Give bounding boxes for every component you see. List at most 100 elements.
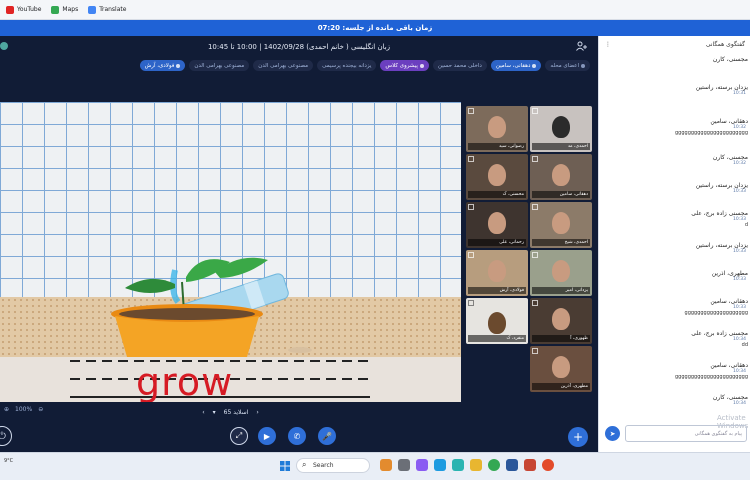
bookmark-youtube[interactable]: YouTube bbox=[6, 5, 41, 14]
chat-message: مجسنی، کارن 10:34 bbox=[608, 394, 748, 406]
video-tile[interactable]: رضوانی، سید bbox=[466, 106, 528, 152]
participant-tabs: اعضای محله دهقانی، سامین داخلی محمد حسین… bbox=[100, 60, 590, 72]
next-slide-icon[interactable]: › bbox=[256, 409, 258, 416]
chat-text: ggggggggggggggggggggggg bbox=[675, 374, 748, 380]
video-tile[interactable]: فولادی، آرش bbox=[466, 250, 528, 296]
bookmark-maps[interactable]: Maps bbox=[51, 5, 78, 14]
teams-icon[interactable] bbox=[416, 459, 428, 471]
weather-widget[interactable]: 9°C bbox=[4, 458, 13, 464]
video-tile[interactable]: محسنی، ک bbox=[466, 154, 528, 200]
expand-icon[interactable] bbox=[532, 252, 538, 258]
chat-author: دهقانی، سامین bbox=[710, 118, 748, 125]
tab-dot-icon bbox=[176, 63, 181, 68]
camera-button[interactable]: ▶ bbox=[258, 427, 276, 445]
chat-menu-icon[interactable]: ⋮ bbox=[605, 41, 611, 48]
participant-name: رحمانی، علی bbox=[468, 239, 526, 246]
tab-dot-icon bbox=[532, 63, 537, 68]
windows-start-icon[interactable] bbox=[280, 461, 290, 471]
tab-label: مصنوعی بهرامی الدن bbox=[194, 62, 245, 69]
weather-text: 9°C bbox=[4, 458, 14, 464]
chat-time: 10:31 bbox=[733, 91, 746, 96]
expand-icon[interactable] bbox=[468, 156, 474, 162]
translate-icon bbox=[88, 5, 97, 14]
video-tile[interactable]: احمدی، مد bbox=[530, 106, 592, 152]
tab-members[interactable]: اعضای محله bbox=[545, 60, 590, 71]
participants-icon[interactable] bbox=[576, 41, 588, 51]
participant-face bbox=[552, 212, 570, 234]
expand-icon[interactable] bbox=[532, 204, 538, 210]
video-tile[interactable]: مطهری، آذرین bbox=[530, 346, 592, 392]
leave-icon[interactable]: ⏻ bbox=[0, 426, 12, 446]
tab-participant[interactable]: مصنوعی بهرامی الدن bbox=[189, 60, 250, 71]
chat-time: 10:32 bbox=[733, 161, 746, 166]
chrome-icon[interactable] bbox=[488, 459, 500, 471]
classroom-title: زبان انگلیسی ( خانم احمدی) 1402/09/28 | … bbox=[207, 43, 391, 51]
zoom-controls: ⊕ 100% ⊖ bbox=[4, 406, 43, 413]
tab-label: اعضای محله bbox=[550, 62, 579, 69]
zoom-in-icon[interactable]: ⊕ bbox=[4, 406, 9, 413]
tab-participant[interactable]: پیشروی کلاس bbox=[380, 60, 429, 71]
add-button[interactable]: + bbox=[568, 427, 588, 447]
session-timer-bar: زمان باقی مانده از جلسه: 07:20 bbox=[0, 20, 750, 36]
app-icon[interactable] bbox=[542, 459, 554, 471]
slide-page-label[interactable]: اسلاید 65 bbox=[224, 409, 249, 416]
microphone-button[interactable]: 🎤 bbox=[318, 427, 336, 445]
task-view-icon[interactable] bbox=[398, 459, 410, 471]
tab-participant[interactable]: فولادی، آرش bbox=[139, 60, 186, 71]
bookmark-translate[interactable]: Translate bbox=[88, 5, 126, 14]
send-icon[interactable]: ➤ bbox=[605, 426, 620, 441]
phone-button[interactable]: ✆ bbox=[288, 427, 306, 445]
chat-text: ggggggggggggggggggggggg bbox=[675, 130, 748, 136]
participant-face bbox=[552, 308, 570, 330]
classroom-main: زبان انگلیسی ( خانم احمدی) 1402/09/28 | … bbox=[0, 36, 598, 452]
participant-name: منفرد، ک bbox=[468, 335, 526, 342]
chat-message: دهقانی، سامین 10:33 gggggggggggggggggggg bbox=[608, 298, 748, 316]
video-tile[interactable]: رحمانی، علی bbox=[466, 202, 528, 248]
tab-participant[interactable]: دهقانی، سامین bbox=[490, 60, 542, 71]
expand-icon[interactable] bbox=[532, 108, 538, 114]
zoom-out-icon[interactable]: ⊖ bbox=[38, 406, 43, 413]
share-screen-button[interactable]: ⤢ bbox=[230, 427, 248, 445]
expand-icon[interactable] bbox=[532, 348, 538, 354]
tab-participant[interactable]: داخلی محمد حسین bbox=[432, 60, 487, 71]
tab-label: پیشروی کلاس bbox=[385, 62, 418, 69]
word-icon[interactable] bbox=[506, 459, 518, 471]
video-tile[interactable]: ظهوری، آ bbox=[530, 298, 592, 344]
edge-icon[interactable] bbox=[434, 459, 446, 471]
video-tile[interactable]: یزدانی، امیر bbox=[530, 250, 592, 296]
zoom-level: 100% bbox=[15, 406, 33, 413]
expand-icon[interactable] bbox=[468, 252, 474, 258]
participant-face bbox=[488, 164, 506, 186]
file-explorer-icon[interactable] bbox=[470, 459, 482, 471]
expand-icon[interactable] bbox=[468, 204, 474, 210]
participant-face bbox=[488, 260, 506, 282]
expand-icon[interactable] bbox=[532, 300, 538, 306]
tab-participant[interactable]: مصنوعی بهرامی الدن bbox=[253, 60, 314, 71]
chat-author: دهقانی، سامین bbox=[710, 298, 748, 305]
chat-input[interactable]: پیام به گفتگوی همگانی bbox=[625, 425, 747, 442]
slide-menu-icon[interactable]: ▾ bbox=[213, 409, 216, 416]
powerpoint-icon[interactable] bbox=[524, 459, 536, 471]
participant-face bbox=[488, 212, 506, 234]
store-icon[interactable] bbox=[452, 459, 464, 471]
taskbar-search[interactable]: ⌕ Search bbox=[296, 458, 370, 473]
chat-author: مطهری، آذرین bbox=[711, 270, 748, 277]
expand-icon[interactable] bbox=[468, 300, 474, 306]
chat-time: 10:34 bbox=[733, 401, 746, 406]
participant-name: مطهری، آذرین bbox=[532, 383, 590, 390]
prev-slide-icon[interactable]: ‹ bbox=[202, 409, 204, 416]
chat-message: مجسنی، کارن 10:32 bbox=[608, 154, 748, 166]
windows-taskbar: 9°C ⌕ Search bbox=[0, 452, 750, 480]
video-tile[interactable]: دهقانی، سامین bbox=[530, 154, 592, 200]
video-tile[interactable]: منفرد، ک bbox=[466, 298, 528, 344]
tab-label: داخلی محمد حسین bbox=[437, 62, 482, 69]
expand-icon[interactable] bbox=[532, 156, 538, 162]
slide-controls: ⊕ 100% ⊖ ‹ ▾ اسلاید 65 › bbox=[0, 404, 461, 420]
app-logo-icon[interactable] bbox=[0, 42, 8, 50]
video-tile[interactable]: احمدی، شیخ bbox=[530, 202, 592, 248]
app-icon[interactable] bbox=[380, 459, 392, 471]
expand-icon[interactable] bbox=[468, 108, 474, 114]
chat-message: دهقانی، سامین 10:32 gggggggggggggggggggggg… bbox=[608, 118, 748, 136]
tab-participant[interactable]: یزدانه بیجنده پرسیمی bbox=[317, 60, 377, 71]
participant-face bbox=[552, 356, 570, 378]
